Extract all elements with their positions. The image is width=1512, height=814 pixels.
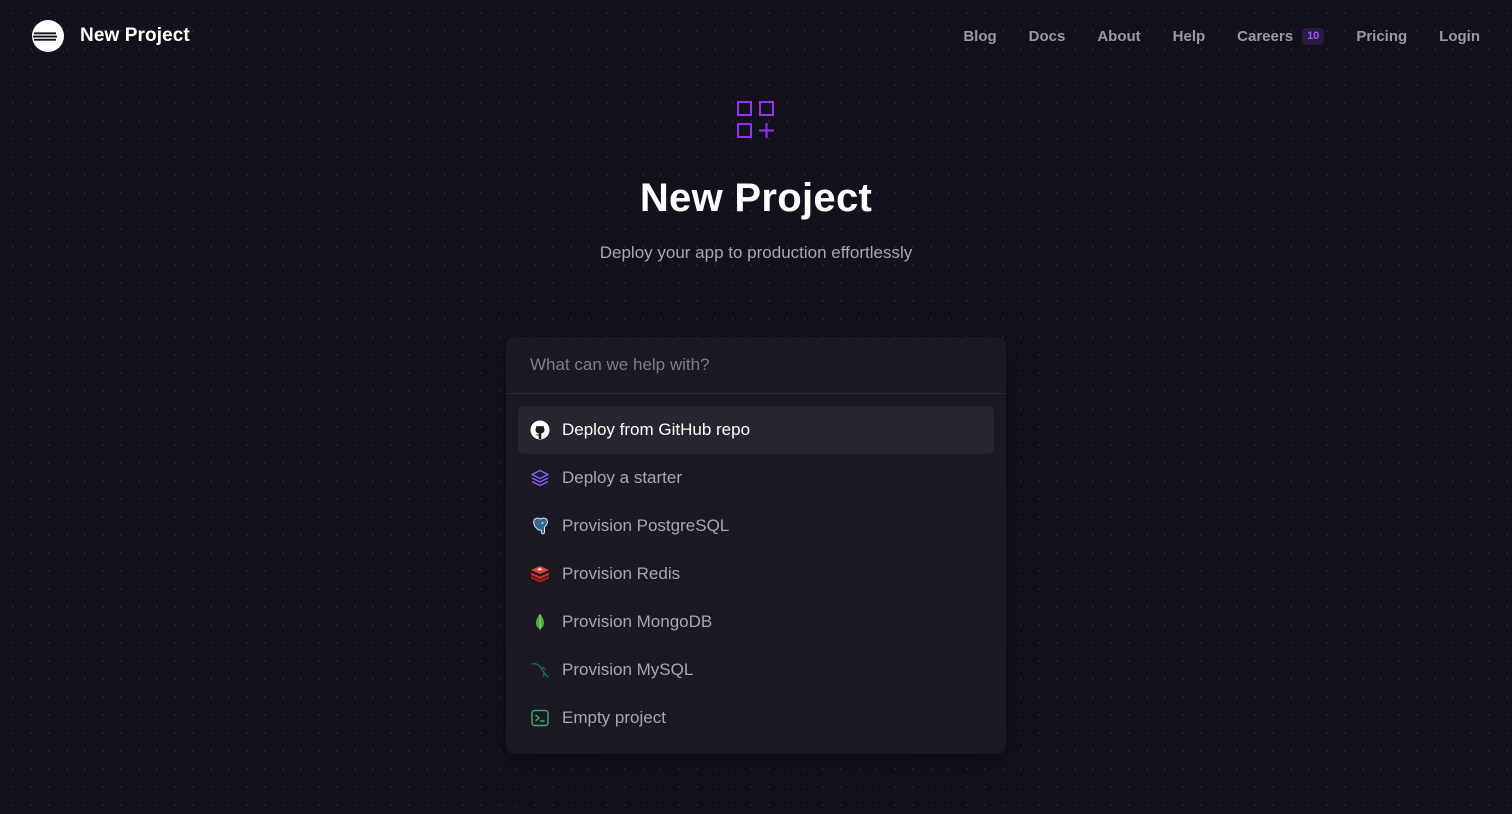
github-icon <box>530 420 550 440</box>
search-bar <box>506 337 1006 394</box>
nav-docs-label: Docs <box>1028 27 1066 45</box>
brand-name: New Project <box>80 25 190 46</box>
layers-icon <box>530 468 550 488</box>
nav-careers-label: Careers <box>1237 27 1294 45</box>
nav-help-label: Help <box>1172 27 1206 45</box>
nav-docs[interactable]: Docs <box>1029 28 1066 45</box>
brand[interactable]: New Project <box>32 20 190 52</box>
option-provision-mongodb[interactable]: Provision MongoDB <box>518 598 994 646</box>
terminal-icon <box>530 708 550 728</box>
postgresql-icon <box>530 516 550 536</box>
option-label: Deploy from GitHub repo <box>562 420 751 439</box>
option-deploy-github[interactable]: Deploy from GitHub repo <box>518 406 994 454</box>
nav-login-label: Login <box>1439 27 1480 45</box>
top-header: New Project Blog Docs About Help Careers… <box>0 0 1512 72</box>
redis-icon <box>530 564 550 584</box>
nav-careers[interactable]: Careers 10 <box>1237 27 1325 45</box>
railway-logo-icon <box>32 20 64 52</box>
option-label: Deploy a starter <box>562 468 682 487</box>
option-label: Provision Redis <box>562 564 681 583</box>
grid-plus-icon <box>737 101 774 138</box>
command-panel: Deploy from GitHub repo Deploy a starter… <box>506 337 1006 754</box>
careers-count-badge: 10 <box>1302 27 1325 45</box>
nav-pricing-label: Pricing <box>1356 27 1408 45</box>
option-provision-redis[interactable]: Provision Redis <box>518 550 994 598</box>
nav-blog[interactable]: Blog <box>963 28 996 45</box>
page-title: New Project <box>639 176 873 220</box>
option-deploy-starter[interactable]: Deploy a starter <box>518 454 994 502</box>
option-label: Provision MySQL <box>562 660 694 679</box>
option-label: Empty project <box>562 708 666 727</box>
nav-about-label: About <box>1097 27 1141 45</box>
option-empty-project[interactable]: Empty project <box>518 694 994 742</box>
nav-login[interactable]: Login <box>1439 28 1480 45</box>
nav-blog-label: Blog <box>963 27 997 45</box>
option-label: Provision PostgreSQL <box>562 516 730 535</box>
main-nav: Blog Docs About Help Careers 10 Pricing … <box>963 27 1480 45</box>
nav-help[interactable]: Help <box>1173 28 1206 45</box>
page-subtitle: Deploy your app to production effortless… <box>599 243 913 262</box>
search-input[interactable] <box>530 355 982 375</box>
option-label: Provision MongoDB <box>562 612 713 631</box>
option-provision-mysql[interactable]: Provision MySQL <box>518 646 994 694</box>
option-provision-postgresql[interactable]: Provision PostgreSQL <box>518 502 994 550</box>
nav-pricing[interactable]: Pricing <box>1356 28 1407 45</box>
mysql-icon <box>530 660 550 680</box>
options-list: Deploy from GitHub repo Deploy a starter… <box>506 394 1006 742</box>
mongodb-icon <box>530 612 550 632</box>
nav-about[interactable]: About <box>1097 28 1140 45</box>
